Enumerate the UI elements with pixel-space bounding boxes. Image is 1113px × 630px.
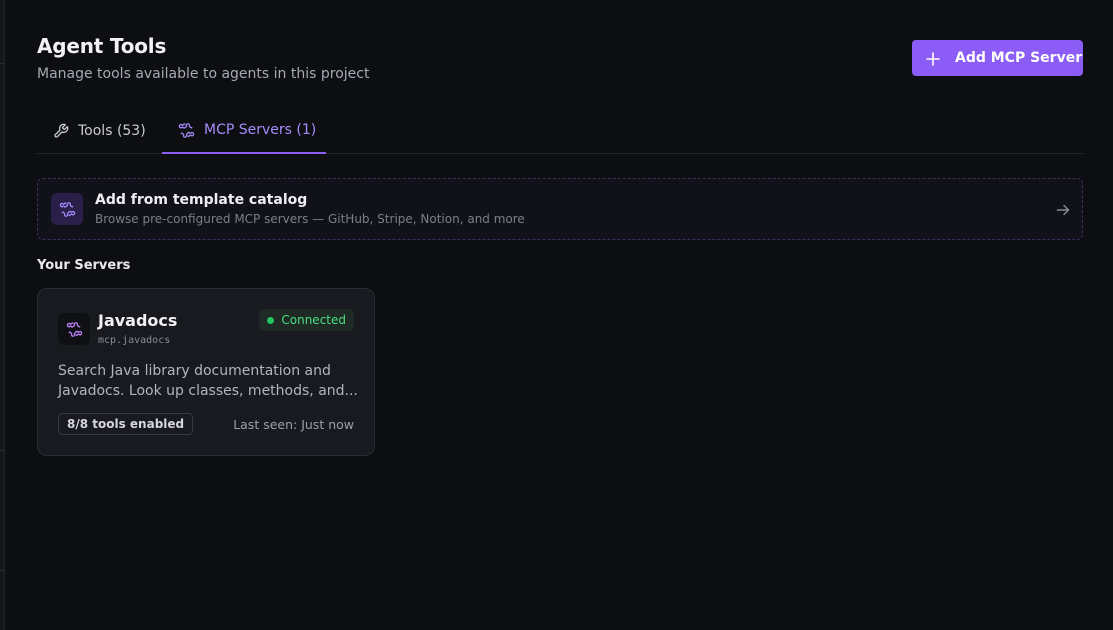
tools-enabled-badge: 8/8 tools enabled <box>58 413 194 435</box>
wrench-icon <box>54 123 69 138</box>
catalog-title: Add from template catalog <box>95 192 308 208</box>
tab-tools[interactable]: Tools (53) <box>53 108 146 154</box>
add-mcp-server-label: Add MCP Server <box>955 50 1083 66</box>
status-dot-icon <box>267 316 275 324</box>
plus-icon <box>926 51 940 66</box>
tab-mcp-servers[interactable]: MCP Servers (1) <box>162 108 326 154</box>
rail-divider <box>0 570 5 571</box>
last-seen-text: Last seen: Just now <box>233 417 354 432</box>
catalog-description: Browse pre-configured MCP servers — GitH… <box>95 212 525 226</box>
catalog-puzzle-icon-box <box>51 193 83 225</box>
arrow-right-icon <box>1056 202 1070 221</box>
tab-bar: Tools (53) MCP Servers (1) <box>37 108 1083 154</box>
server-card-javadocs[interactable]: Javadocs mcp.javadocs Connected Search J… <box>37 288 375 456</box>
tab-mcp-servers-label: MCP Servers (1) <box>204 122 317 138</box>
tab-tools-label: Tools (53) <box>78 123 146 139</box>
server-icon-box <box>58 313 90 345</box>
template-catalog-card[interactable]: Add from template catalog Browse pre-con… <box>37 178 1083 240</box>
rail-divider <box>0 450 5 451</box>
server-name: Javadocs <box>98 311 178 330</box>
rail-divider <box>0 63 5 64</box>
your-servers-heading: Your Servers <box>37 258 131 273</box>
puzzle-icon <box>59 201 75 217</box>
server-description: Search Java library documentation and Ja… <box>58 363 358 399</box>
page-header: Agent Tools Manage tools available to ag… <box>37 34 1083 84</box>
left-rail <box>0 0 5 630</box>
main-content: Agent Tools Manage tools available to ag… <box>37 0 1083 630</box>
page-subtitle: Manage tools available to agents in this… <box>37 66 370 82</box>
puzzle-icon <box>178 122 195 138</box>
server-id: mcp.javadocs <box>98 335 171 346</box>
puzzle-icon <box>66 321 82 337</box>
status-badge: Connected <box>259 309 354 331</box>
page-title: Agent Tools <box>37 34 167 58</box>
status-label: Connected <box>281 313 346 327</box>
add-mcp-server-button[interactable]: Add MCP Server <box>912 40 1083 76</box>
